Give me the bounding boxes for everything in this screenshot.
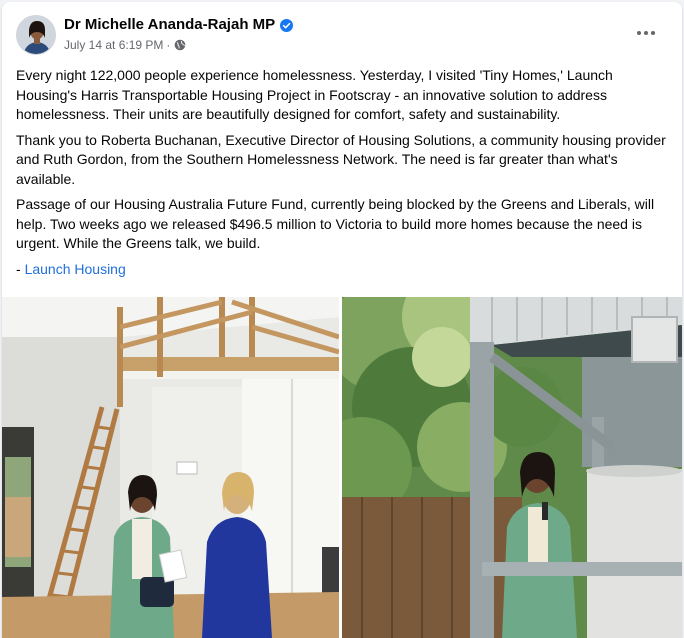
post-photo-interior[interactable] <box>2 297 339 638</box>
post-card: Dr Michelle Ananda-Rajah MP July 14 at 6… <box>2 2 682 638</box>
meta-separator: · <box>166 38 171 52</box>
post-paragraph-2: Thank you to Roberta Buchanan, Executive… <box>16 131 666 187</box>
post-header: Dr Michelle Ananda-Rajah MP July 14 at 6… <box>2 2 682 62</box>
verified-badge-icon <box>280 18 294 32</box>
launch-housing-link[interactable]: Launch Housing <box>25 261 126 277</box>
author-avatar[interactable] <box>16 15 56 55</box>
globe-icon[interactable] <box>174 39 186 51</box>
post-paragraph-3: Passage of our Housing Australia Future … <box>16 196 655 251</box>
tag-prefix: - <box>16 260 25 277</box>
avatar-image <box>17 16 55 54</box>
author-name[interactable]: Dr Michelle Ananda-Rajah MP <box>64 15 275 35</box>
post-paragraph-1: Every night 122,000 people experience ho… <box>16 67 613 122</box>
post-photo-exterior[interactable] <box>342 297 682 638</box>
post-timestamp[interactable]: July 14 at 6:19 PM <box>64 37 163 53</box>
post-tag-line: - Launch Housing <box>16 260 666 280</box>
post-message: Every night 122,000 people experience ho… <box>16 66 666 285</box>
interior-photo-image <box>2 297 339 638</box>
exterior-photo-image <box>342 297 682 638</box>
more-options-icon[interactable] <box>630 19 662 47</box>
